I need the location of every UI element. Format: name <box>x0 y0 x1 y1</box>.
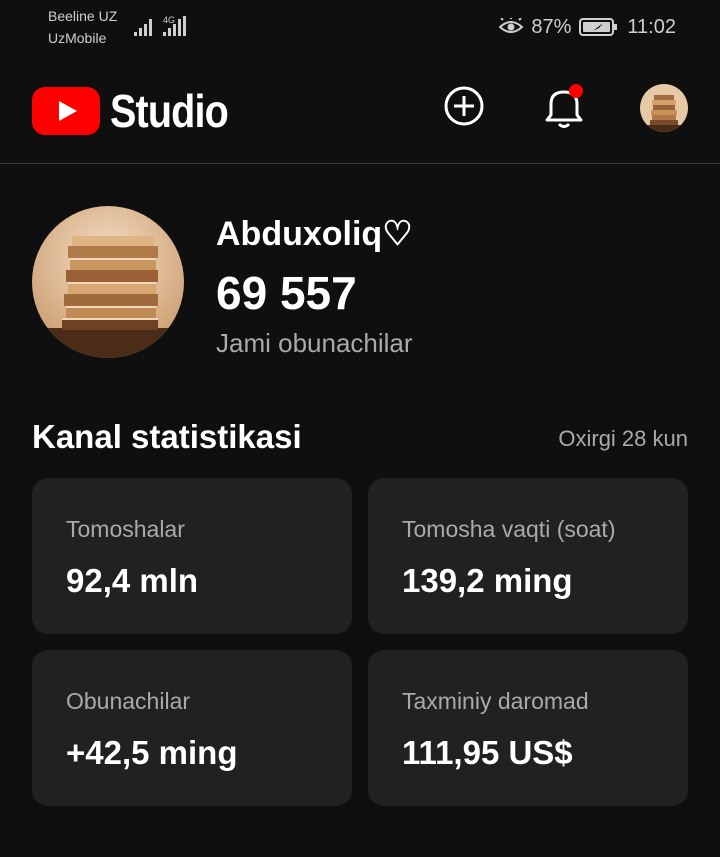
studio-wordmark: Studio <box>110 85 229 137</box>
status-indicators: 87% 11:02 <box>499 14 676 40</box>
carrier-name-1: Beeline UZ <box>48 8 118 24</box>
stat-card-value: 92,4 mln <box>66 562 199 599</box>
channel-avatar[interactable] <box>32 206 184 358</box>
channel-name: Abduxoliq♡ <box>216 215 413 253</box>
create-icon <box>444 86 484 126</box>
battery-icon <box>579 18 618 36</box>
stat-card-subscribers[interactable]: Obunachilar +42,5 ming <box>32 650 352 806</box>
stat-card-value: 139,2 ming <box>402 562 573 599</box>
books-avatar-image <box>32 206 184 358</box>
stat-card-value: 111,95 US$ <box>402 734 573 771</box>
section-title: Kanal statistikasi <box>32 418 302 455</box>
notifications-bell-icon <box>545 84 583 128</box>
app-bar: Studio <box>0 52 720 164</box>
stat-card-views[interactable]: Tomoshalar 92,4 mln <box>32 478 352 634</box>
network-type-label: 4G <box>163 15 175 25</box>
youtube-studio-logo[interactable]: Studio <box>32 84 247 138</box>
stat-card-label: Tomosha vaqti (soat) <box>402 516 616 542</box>
stat-card-revenue[interactable]: Taxminiy daromad 111,95 US$ <box>368 650 688 806</box>
stat-card-watch-time[interactable]: Tomosha vaqti (soat) 139,2 ming <box>368 478 688 634</box>
stat-card-value: +42,5 ming <box>66 734 238 771</box>
stat-card-label: Obunachilar <box>66 688 191 714</box>
signal-icon: 4G <box>134 15 186 36</box>
stat-card-label: Tomoshalar <box>66 516 185 542</box>
youtube-logo-icon <box>32 87 100 135</box>
subscriber-count: 69 557 <box>216 267 357 319</box>
status-bar: Beeline UZ UzMobile 4G 87% 11:02 <box>0 0 720 52</box>
eye-comfort-icon <box>499 18 524 33</box>
clock: 11:02 <box>627 15 676 38</box>
battery-percent: 87% <box>531 15 572 38</box>
stat-card-label: Taxminiy daromad <box>402 688 589 714</box>
account-avatar[interactable] <box>640 84 688 132</box>
subscriber-label: Jami obunachilar <box>216 328 413 358</box>
create-button[interactable] <box>440 82 488 130</box>
notifications-button[interactable] <box>540 82 588 130</box>
carrier-name-2: UzMobile <box>48 30 107 46</box>
period-label: Oxirgi 28 kun <box>558 426 688 451</box>
books-avatar-image <box>640 84 688 132</box>
